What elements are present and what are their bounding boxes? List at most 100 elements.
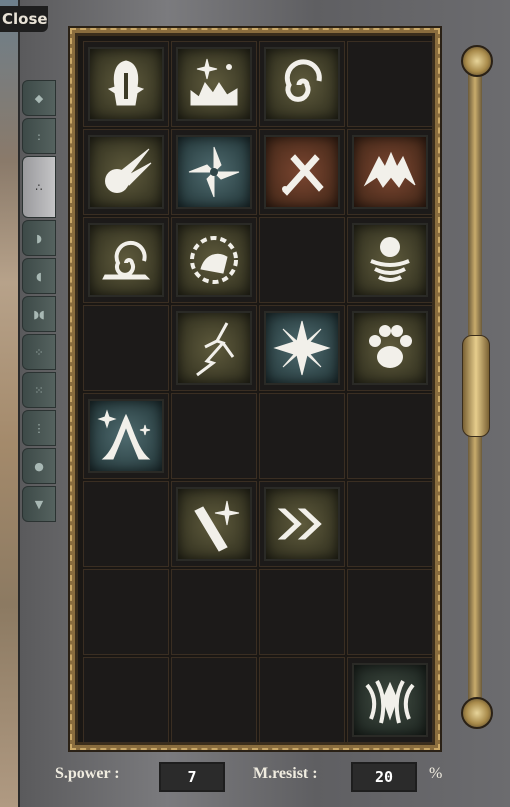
scroll-thumb[interactable] bbox=[462, 335, 490, 437]
skill-slot[interactable] bbox=[259, 657, 345, 743]
tab4-icon: ◗ bbox=[36, 231, 42, 245]
skill-button[interactable] bbox=[176, 135, 252, 209]
skill-slot[interactable] bbox=[171, 41, 257, 127]
mresist-value: 20 bbox=[351, 762, 417, 792]
tab-4[interactable]: ◗ bbox=[22, 220, 56, 256]
sparkle-castle-icon bbox=[190, 58, 238, 106]
skill-button[interactable] bbox=[264, 47, 340, 121]
three-dot-icon: ∴ bbox=[35, 180, 43, 194]
skill-slot[interactable] bbox=[171, 129, 257, 215]
scrollbar[interactable] bbox=[458, 45, 493, 729]
skill-slot[interactable] bbox=[83, 129, 169, 215]
stats-bar: S.power : 7 M.resist : 20 % bbox=[55, 760, 455, 794]
skill-slot[interactable] bbox=[83, 657, 169, 743]
lightning-icon bbox=[196, 322, 235, 377]
skill-button[interactable] bbox=[88, 223, 164, 297]
skill-slot[interactable] bbox=[347, 569, 433, 655]
skill-button[interactable] bbox=[176, 311, 252, 385]
burst-cross-icon bbox=[273, 320, 331, 376]
tab-11[interactable]: ▼ bbox=[22, 486, 56, 522]
one-dot-icon: ◆ bbox=[34, 91, 44, 105]
skill-button[interactable] bbox=[352, 223, 428, 297]
tab6-icon: ◗◖ bbox=[33, 307, 45, 321]
spark-strike-icon bbox=[194, 500, 240, 552]
skill-slot[interactable] bbox=[259, 569, 345, 655]
skill-slot[interactable] bbox=[83, 41, 169, 127]
skill-slot[interactable] bbox=[83, 305, 169, 391]
tab-7[interactable]: ⁘ bbox=[22, 334, 56, 370]
tab-1[interactable]: ◆ bbox=[22, 80, 56, 116]
skill-button[interactable] bbox=[176, 47, 252, 121]
tab-10[interactable]: ● bbox=[22, 448, 56, 484]
shuriken-icon bbox=[188, 146, 240, 198]
double-chevron-icon bbox=[277, 508, 322, 540]
crossed-swords-icon bbox=[282, 154, 324, 196]
sun-fist-icon bbox=[190, 236, 238, 284]
tab-5[interactable]: ◖ bbox=[22, 258, 56, 294]
tab11-icon: ▼ bbox=[34, 497, 44, 511]
skill-slot[interactable] bbox=[347, 393, 433, 479]
skill-button[interactable] bbox=[352, 663, 428, 737]
skill-button[interactable] bbox=[264, 135, 340, 209]
spower-label: S.power : bbox=[55, 765, 120, 782]
mresist-label: M.resist : bbox=[253, 765, 318, 782]
skill-slot[interactable] bbox=[347, 217, 433, 303]
skill-slot[interactable] bbox=[83, 481, 169, 567]
skill-button[interactable] bbox=[352, 135, 428, 209]
knight-helm-icon bbox=[107, 60, 145, 106]
skill-slot[interactable] bbox=[347, 41, 433, 127]
skill-slot[interactable] bbox=[347, 305, 433, 391]
swirl-icon bbox=[284, 59, 322, 102]
skill-button[interactable] bbox=[264, 311, 340, 385]
fireball-icon bbox=[105, 148, 152, 193]
bat-wing-icon bbox=[363, 151, 416, 188]
skill-button[interactable] bbox=[88, 399, 164, 473]
claw-shield-icon bbox=[365, 680, 415, 724]
skill-slot[interactable] bbox=[171, 657, 257, 743]
skill-slot[interactable] bbox=[259, 481, 345, 567]
skill-button[interactable] bbox=[352, 311, 428, 385]
skill-button[interactable] bbox=[264, 487, 340, 561]
skill-slot[interactable] bbox=[83, 217, 169, 303]
tab-8[interactable]: ⁙ bbox=[22, 372, 56, 408]
skill-slot[interactable] bbox=[171, 481, 257, 567]
tab-2[interactable]: : bbox=[22, 118, 56, 154]
snail-spiral-icon bbox=[102, 240, 151, 280]
skill-button[interactable] bbox=[88, 135, 164, 209]
tab5-icon: ◖ bbox=[36, 269, 42, 283]
tab-6[interactable]: ◗◖ bbox=[22, 296, 56, 332]
skill-button[interactable] bbox=[176, 223, 252, 297]
tab8-icon: ⁙ bbox=[34, 383, 44, 397]
category-tabs: ◆ : ∴ ◗ ◖ ◗◖ ⁘ ⁙ ⋮ ● ▼ bbox=[22, 80, 56, 524]
skill-slot[interactable] bbox=[171, 393, 257, 479]
skill-slot[interactable] bbox=[259, 393, 345, 479]
spower-value: 7 bbox=[159, 762, 225, 792]
skill-slot[interactable] bbox=[83, 569, 169, 655]
skill-slot[interactable] bbox=[259, 129, 345, 215]
skill-slot[interactable] bbox=[347, 129, 433, 215]
skill-slot[interactable] bbox=[171, 217, 257, 303]
skill-slot[interactable] bbox=[171, 569, 257, 655]
skill-slot[interactable] bbox=[259, 305, 345, 391]
orb-vortex-icon bbox=[370, 237, 410, 282]
tab-3[interactable]: ∴ bbox=[22, 156, 56, 218]
skill-grid bbox=[83, 41, 433, 743]
skill-slot[interactable] bbox=[171, 305, 257, 391]
paw-icon bbox=[369, 325, 412, 368]
close-button[interactable]: Close bbox=[0, 6, 48, 32]
mountain-sparkle-icon bbox=[97, 409, 151, 460]
skill-slot[interactable] bbox=[83, 393, 169, 479]
skill-slot[interactable] bbox=[347, 657, 433, 743]
tab10-icon: ● bbox=[34, 459, 44, 473]
percent-sign: % bbox=[429, 765, 443, 782]
skill-slot[interactable] bbox=[347, 481, 433, 567]
tab9-icon: ⋮ bbox=[33, 421, 45, 435]
skill-button[interactable] bbox=[88, 47, 164, 121]
scroll-down-knob[interactable] bbox=[461, 697, 493, 729]
tab-9[interactable]: ⋮ bbox=[22, 410, 56, 446]
skill-button[interactable] bbox=[176, 487, 252, 561]
two-dot-icon: : bbox=[37, 129, 41, 143]
skill-slot[interactable] bbox=[259, 41, 345, 127]
skill-slot[interactable] bbox=[259, 217, 345, 303]
scroll-up-knob[interactable] bbox=[461, 45, 493, 77]
